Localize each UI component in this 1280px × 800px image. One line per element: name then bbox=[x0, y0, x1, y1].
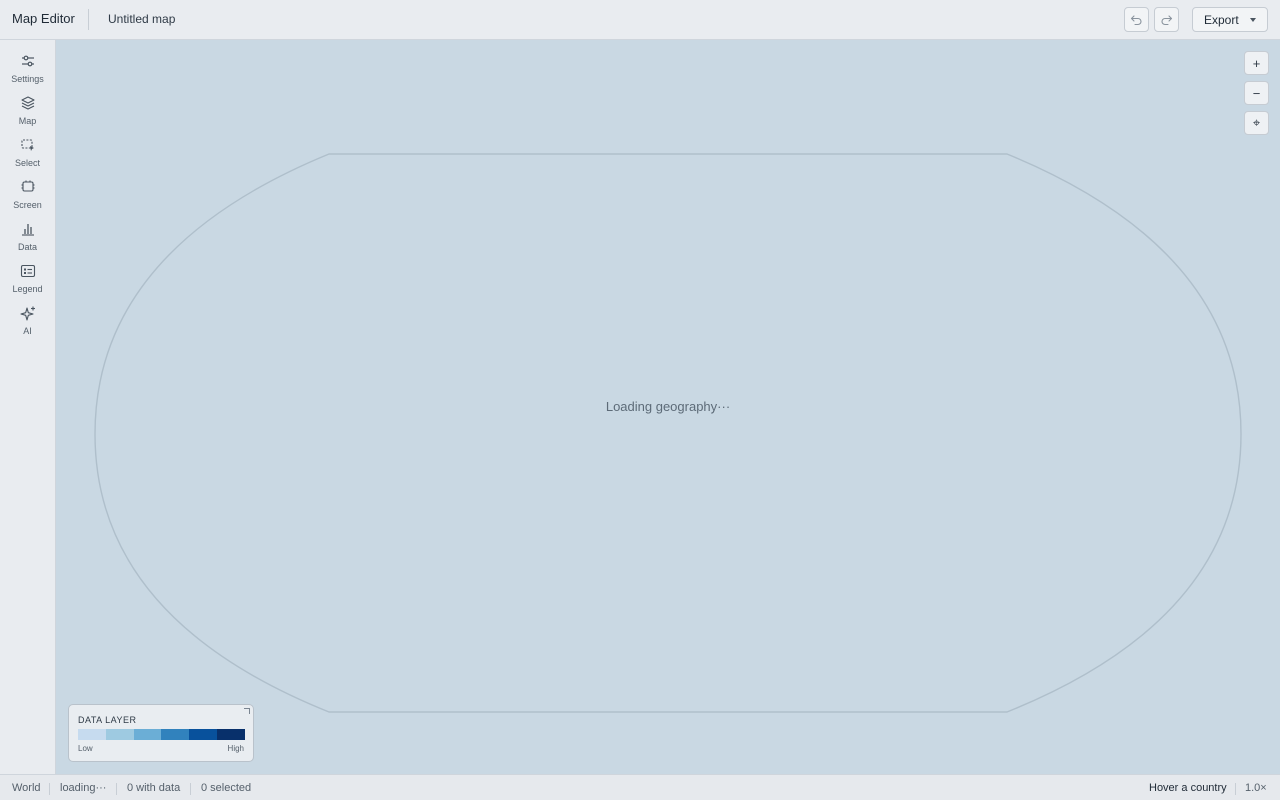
status-region: World bbox=[12, 782, 41, 794]
reset-view-button[interactable]: ⌖ bbox=[1244, 111, 1269, 135]
sidebar-item-label: Data bbox=[17, 242, 37, 252]
sidebar-item-select[interactable]: Select bbox=[0, 137, 55, 177]
crosshair-icon: ⌖ bbox=[1252, 115, 1261, 130]
legend-swatch bbox=[105, 729, 134, 740]
sidebar-item-label: Select bbox=[14, 158, 40, 168]
sidebar-item-screen[interactable]: Screen bbox=[0, 179, 55, 219]
status-bar: World loading··· 0 with data 0 selected … bbox=[0, 774, 1280, 800]
select-box-icon bbox=[21, 139, 34, 151]
sidebar-item-settings[interactable]: Settings bbox=[0, 53, 55, 93]
export-label: Export bbox=[1204, 13, 1239, 27]
sparkle-icon bbox=[20, 306, 35, 321]
title-divider bbox=[88, 9, 89, 30]
undo-button[interactable] bbox=[1124, 7, 1149, 32]
status-divider bbox=[1235, 783, 1236, 795]
bar-chart-icon bbox=[22, 224, 34, 236]
sidebar-item-label: Map bbox=[18, 116, 37, 126]
sidebar-item-map[interactable]: Map bbox=[0, 95, 55, 135]
sidebar-item-label: Settings bbox=[11, 74, 44, 84]
status-zoom-level: 1.0× bbox=[1245, 782, 1267, 794]
app-title: Map Editor bbox=[12, 11, 75, 26]
loading-message: Loading geography··· bbox=[605, 399, 731, 414]
chevron-down-icon bbox=[1250, 18, 1256, 22]
sidebar-item-label: Screen bbox=[13, 200, 42, 210]
map-canvas[interactable]: Loading geography··· + − ⌖ DATA LAYER Lo… bbox=[56, 40, 1280, 774]
tool-sidebar: Settings Map Select Screen Data Legend A… bbox=[0, 40, 56, 774]
redo-icon bbox=[1161, 15, 1173, 26]
redo-button[interactable] bbox=[1154, 7, 1179, 32]
status-with-data-count: 0 with data bbox=[127, 782, 181, 794]
screen-frame-icon bbox=[21, 180, 35, 192]
legend-high-label: High bbox=[227, 744, 244, 753]
sliders-icon bbox=[22, 55, 34, 67]
layers-icon bbox=[21, 96, 35, 110]
legend-card-icon bbox=[20, 264, 36, 278]
legend-swatch bbox=[78, 729, 106, 740]
undo-icon bbox=[1130, 15, 1142, 26]
document-title[interactable]: Untitled map bbox=[108, 12, 175, 26]
status-divider bbox=[49, 783, 50, 795]
map-legend[interactable]: DATA LAYER Low High bbox=[68, 704, 254, 762]
legend-swatch bbox=[189, 729, 218, 740]
sidebar-item-label: AI bbox=[23, 326, 32, 336]
sidebar-item-data[interactable]: Data bbox=[0, 221, 55, 261]
export-button[interactable]: Export bbox=[1192, 7, 1268, 32]
status-loading: loading··· bbox=[60, 782, 107, 794]
sidebar-item-ai[interactable]: AI bbox=[0, 305, 55, 345]
sidebar-item-label: Legend bbox=[12, 284, 43, 294]
legend-swatch bbox=[133, 729, 162, 740]
resize-corner-icon[interactable] bbox=[244, 708, 250, 714]
legend-title: DATA LAYER bbox=[78, 715, 137, 725]
sidebar-item-legend[interactable]: Legend bbox=[0, 263, 55, 303]
zoom-out-button[interactable]: − bbox=[1244, 81, 1269, 105]
zoom-in-button[interactable]: + bbox=[1244, 51, 1269, 75]
legend-color-ramp bbox=[78, 729, 245, 740]
legend-low-label: Low bbox=[78, 744, 93, 753]
minus-icon: − bbox=[1252, 85, 1261, 101]
status-divider bbox=[116, 783, 117, 795]
status-selected-count: 0 selected bbox=[201, 782, 252, 794]
status-hover-hint: Hover a country bbox=[1149, 782, 1227, 794]
top-bar: Map Editor Untitled map Export bbox=[0, 0, 1280, 40]
status-divider bbox=[190, 783, 191, 795]
plus-icon: + bbox=[1252, 55, 1261, 71]
legend-swatch bbox=[161, 729, 190, 740]
legend-swatch bbox=[217, 729, 245, 740]
